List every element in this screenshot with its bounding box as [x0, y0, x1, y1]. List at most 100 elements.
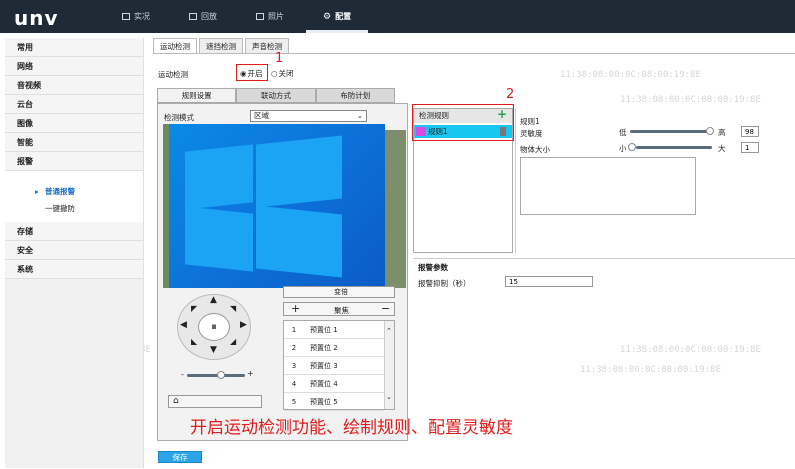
sensitivity-low-label: 低 — [619, 128, 627, 137]
scroll-up-icon[interactable]: ⌃ — [386, 327, 392, 335]
motion-label: 运动检测 — [158, 70, 188, 79]
film-icon — [189, 13, 197, 20]
arrow-down-right-icon[interactable]: ◢ — [230, 337, 236, 346]
arrow-down-icon[interactable]: ▼ — [210, 345, 217, 355]
windows-pane — [185, 144, 253, 210]
ptz-toolbar — [168, 395, 262, 408]
windows-logo-overlay — [169, 124, 385, 288]
preset-rows: 1 预置位 1 2 预置位 2 3 预置位 3 4 预置位 4 5 预置位 5 — [284, 321, 384, 411]
sidebar-item-smart[interactable]: 智能 — [5, 133, 143, 152]
watermark-text: 11:38:08:00:0C:08:00:19:8E — [560, 70, 701, 80]
subtab-linkage[interactable]: 联动方式 — [236, 88, 316, 103]
nav-photo[interactable]: 照片 — [256, 11, 284, 22]
preset-row[interactable]: 2 预置位 2 — [284, 339, 384, 357]
mode-label: 检测模式 — [164, 113, 194, 122]
arrow-up-right-icon[interactable]: ◥ — [230, 304, 236, 313]
sidebar-item-storage[interactable]: 存储 — [5, 222, 143, 241]
sidebar-item-common[interactable]: 常用 — [5, 38, 143, 57]
preset-row[interactable]: 3 预置位 3 — [284, 357, 384, 375]
sidebar-sub-normal-alarm[interactable]: ▸ 普通报警 — [5, 183, 143, 200]
sidebar-item-av[interactable]: 音视频 — [5, 76, 143, 95]
sidebar-item-image[interactable]: 图像 — [5, 114, 143, 133]
sidebar-item-ptz[interactable]: 云台 — [5, 95, 143, 114]
preset-row[interactable]: 4 预置位 4 — [284, 375, 384, 393]
sensitivity-slider-knob[interactable] — [706, 127, 714, 135]
camera-icon[interactable]: ⌂ — [173, 396, 179, 406]
chevron-down-icon: ⌄ — [356, 111, 363, 120]
rule-title: 规则1 — [520, 117, 540, 126]
radio-unchecked-icon: ○ — [271, 69, 278, 78]
mode-select[interactable]: 区域 ⌄ — [250, 110, 367, 122]
sensitivity-input[interactable] — [741, 126, 759, 137]
sensitivity-slider[interactable] — [630, 130, 712, 133]
save-button[interactable]: 保存 — [158, 451, 202, 463]
speed-plus-icon[interactable]: + — [247, 369, 254, 378]
preset-scrollbar[interactable]: ⌃ ⌄ — [384, 321, 394, 409]
focus-in-icon[interactable]: + — [291, 302, 300, 315]
focus-out-icon[interactable]: − — [381, 302, 390, 315]
caret-right-icon: ▸ — [35, 187, 39, 196]
sidebar-item-alarm[interactable]: 报警 — [5, 152, 143, 171]
preset-row[interactable]: 1 预置位 1 — [284, 321, 384, 339]
preset-number: 4 — [291, 380, 297, 388]
sidebar-item-security[interactable]: 安全 — [5, 241, 143, 260]
focus-label: 聚焦 — [334, 306, 349, 315]
alarm-suppress-label: 报警抑制（秒） — [418, 279, 471, 288]
arrow-up-left-icon[interactable]: ◤ — [191, 304, 197, 313]
sidebar-spacer — [5, 171, 143, 183]
tab-motion[interactable]: 运动检测 — [153, 38, 197, 53]
alarm-params-title: 报警参数 — [418, 263, 448, 272]
size-big-label: 大 — [718, 144, 726, 153]
watermark-text: 11:38:08:00:0C:08:00:19:8E — [620, 345, 761, 355]
size-slider[interactable] — [636, 146, 712, 149]
subtab-schedule[interactable]: 布防计划 — [315, 88, 395, 103]
speed-slider[interactable] — [187, 374, 245, 377]
speed-slider-knob[interactable] — [217, 371, 225, 379]
instruction-caption: 开启运动检测功能、绘制规则、配置灵敏度 — [190, 418, 513, 438]
top-navigation-bar: unv 实况 回放 照片 ⚙ 配置 — [0, 0, 795, 33]
preset-name: 预置位 1 — [310, 326, 338, 334]
arrow-down-left-icon[interactable]: ◣ — [191, 337, 197, 346]
subtab-rules[interactable]: 规则设置 — [157, 88, 237, 103]
arrow-up-icon[interactable]: ▲ — [210, 295, 217, 305]
scroll-down-icon[interactable]: ⌄ — [386, 393, 392, 401]
pause-icon[interactable]: ⏸ — [198, 313, 230, 341]
sensitivity-label: 灵敏度 — [520, 129, 543, 138]
rule-subtabs: 规则设置 联动方式 布防计划 — [157, 88, 395, 103]
preset-name: 预置位 5 — [310, 398, 338, 406]
windows-pane — [256, 205, 342, 278]
size-small-label: 小 — [619, 144, 627, 153]
nav-config[interactable]: ⚙ 配置 — [323, 11, 351, 22]
preset-list: 1 预置位 1 2 预置位 2 3 预置位 3 4 预置位 4 5 预置位 5 ⌃ ⌄ — [283, 320, 395, 411]
sidebar-item-system[interactable]: 系统 — [5, 260, 143, 279]
preset-row[interactable]: 5 预置位 5 — [284, 393, 384, 411]
focus-control: + 聚焦 − — [283, 302, 395, 316]
preset-number: 3 — [291, 362, 297, 370]
sensitivity-high-label: 高 — [718, 128, 726, 137]
sidebar-sub-disarm[interactable]: 一键撤防 — [5, 200, 143, 217]
sidebar: 常用 网络 音视频 云台 图像 智能 报警 ▸ 普通报警 一键撤防 存储 安全 系… — [5, 38, 144, 468]
object-size-label: 物体大小 — [520, 145, 550, 154]
windows-pane — [185, 206, 253, 272]
arrow-left-icon[interactable]: ◀ — [180, 320, 187, 330]
ptz-control: ⏸ ▲ ▼ ◀ ▶ ◤ ◥ ◣ ◢ - + — [165, 290, 275, 395]
annotation-number-2: 2 — [506, 87, 515, 102]
object-size-preview — [520, 157, 696, 215]
size-slider-knob[interactable] — [628, 143, 636, 151]
arrow-right-icon[interactable]: ▶ — [240, 320, 247, 330]
detection-tabs: 运动检测 遮挡检测 声音检测 — [153, 38, 291, 53]
alarm-suppress-input[interactable] — [505, 276, 593, 287]
speed-minus-icon[interactable]: - — [181, 370, 184, 379]
watermark-text: 11:38:08:00:0C:08:00:19:8E — [620, 95, 761, 105]
preset-name: 预置位 3 — [310, 362, 338, 370]
highlight-box-1 — [236, 64, 268, 81]
sidebar-item-network[interactable]: 网络 — [5, 57, 143, 76]
nav-playback[interactable]: 回放 — [189, 11, 217, 22]
preset-name: 预置位 4 — [310, 380, 338, 388]
windows-pane — [256, 135, 342, 208]
motion-off-radio[interactable]: ○ 关闭 — [271, 68, 294, 79]
preset-number: 1 — [291, 326, 297, 334]
nav-live[interactable]: 实况 — [122, 11, 150, 22]
tab-tamper[interactable]: 遮挡检测 — [199, 38, 243, 53]
size-input[interactable] — [741, 142, 759, 153]
